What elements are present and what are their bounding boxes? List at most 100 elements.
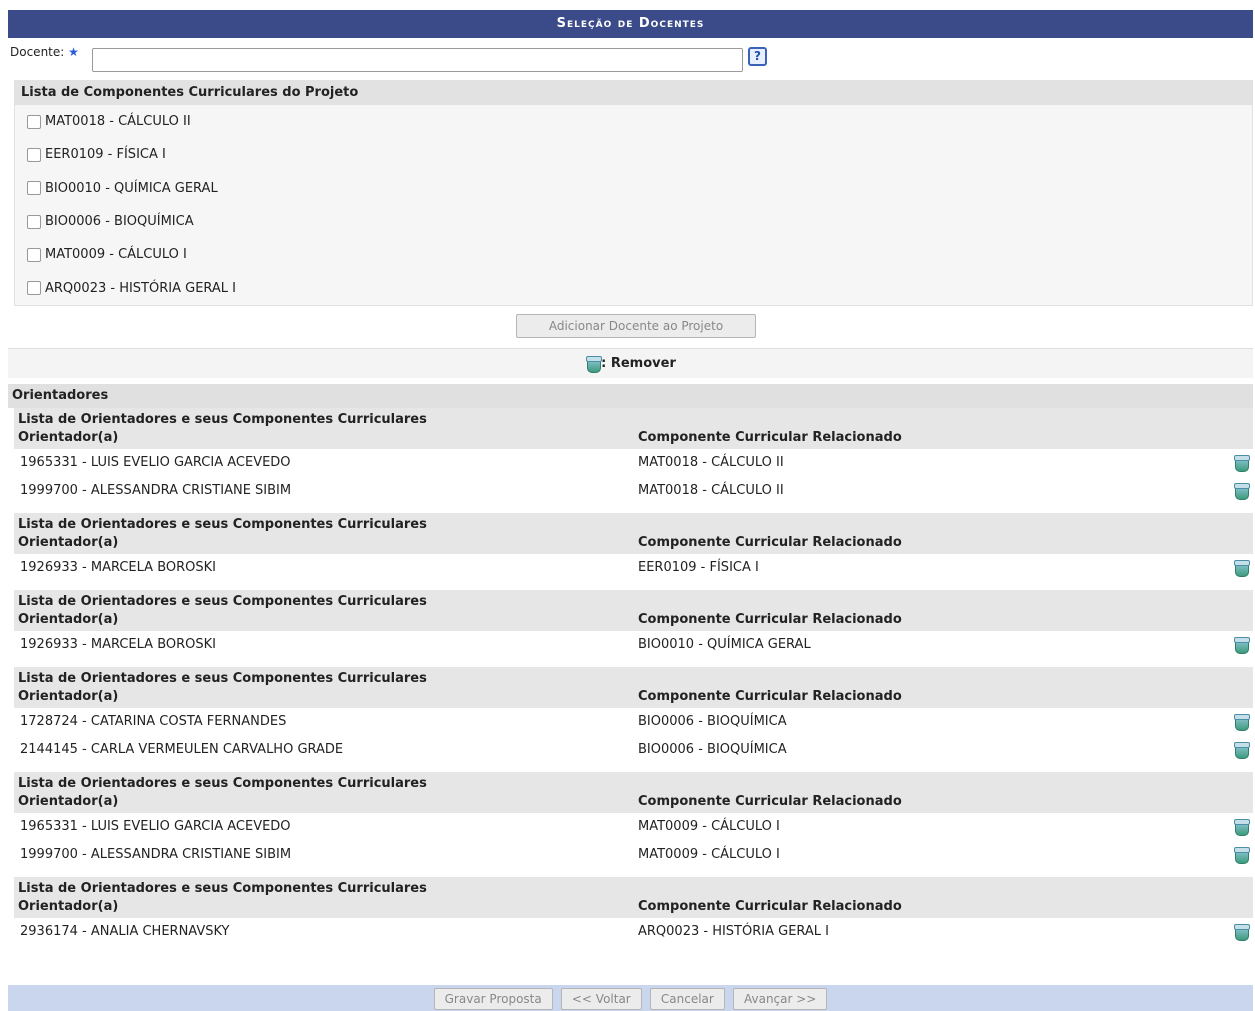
help-icon[interactable]: ? (748, 47, 767, 66)
table-row: 1926933 - MARCELA BOROSKI EER0109 - FÍSIC… (14, 553, 1253, 582)
remove-trash-icon[interactable] (1233, 713, 1250, 731)
componente-checkbox[interactable] (27, 281, 41, 296)
group-header: Lista de Orientadores e seus Componentes… (14, 666, 1253, 708)
remove-trash-icon[interactable] (1233, 923, 1250, 941)
componente-label: BIO0006 - BIOQUÍMICA (45, 214, 194, 230)
componente-label: BIO0010 - QUÍMICA GERAL (45, 180, 218, 196)
table-row: 1965331 - LUIS EVELIO GARCIA ACEVEDO MAT0… (14, 812, 1253, 841)
remove-cell (1223, 477, 1253, 505)
remove-trash-icon[interactable] (1233, 559, 1250, 577)
orientadores-title: Orientadores (8, 383, 1253, 408)
page: Seleção de Docentes Docente: ★ ? Lista d… (0, 10, 1255, 1011)
group-column-headers: Orientador(a) Componente Curricular Relac… (18, 429, 1249, 447)
group-title: Lista de Orientadores e seus Componentes… (18, 411, 427, 427)
orientadores-group: Lista de Orientadores e seus Componentes… (14, 876, 1253, 946)
componente-cell: MAT0009 - CÁLCULO I (638, 846, 780, 862)
cancelar-button[interactable]: Cancelar (649, 988, 725, 1010)
table-row: 1965331 - LUIS EVELIO GARCIA ACEVEDO MAT0… (14, 448, 1253, 477)
remove-trash-icon[interactable] (1233, 454, 1250, 472)
componente-label: MAT0009 - CÁLCULO I (45, 247, 187, 263)
column-header-orientador: Orientador(a) (18, 898, 119, 914)
componente-checkbox[interactable] (27, 147, 41, 162)
column-header-orientador: Orientador(a) (18, 793, 119, 809)
group-title: Lista de Orientadores e seus Componentes… (18, 516, 427, 532)
orientador-cell: 1926933 - MARCELA BOROSKI (20, 636, 217, 652)
remove-trash-icon[interactable] (1233, 818, 1250, 836)
add-docente-button[interactable]: Adicionar Docente ao Projeto (516, 313, 756, 338)
column-header-componente: Componente Curricular Relacionado (638, 429, 902, 445)
remove-cell (1223, 736, 1253, 764)
orientadores-group: Lista de Orientadores e seus Componentes… (14, 407, 1253, 505)
componente-cell: MAT0018 - CÁLCULO II (638, 482, 784, 498)
remove-cell (1223, 554, 1253, 582)
componente-checkbox[interactable] (27, 114, 41, 129)
remove-trash-icon[interactable] (1233, 482, 1250, 500)
orientador-cell: 2936174 - ANALIA CHERNAVSKY (20, 923, 230, 939)
componente-item[interactable]: EER0109 - FÍSICA I (15, 138, 1252, 171)
componentes-panel: Lista de Componentes Curriculares do Pro… (14, 80, 1253, 306)
componente-checkbox[interactable] (27, 247, 41, 262)
group-header: Lista de Orientadores e seus Componentes… (14, 512, 1253, 554)
componente-label: ARQ0023 - HISTÓRIA GERAL I (45, 280, 237, 296)
gravar-proposta-button[interactable]: Gravar Proposta (433, 988, 553, 1010)
remove-trash-icon[interactable] (1233, 636, 1250, 654)
remove-cell (1223, 918, 1253, 946)
group-title: Lista de Orientadores e seus Componentes… (18, 880, 427, 896)
remove-cell (1223, 841, 1253, 869)
componente-item[interactable]: BIO0006 - BIOQUÍMICA (15, 205, 1252, 238)
componente-cell: BIO0010 - QUÍMICA GERAL (638, 636, 811, 652)
orientador-cell: 1965331 - LUIS EVELIO GARCIA ACEVEDO (20, 454, 291, 470)
componentes-title: Lista de Componentes Curriculares do Pro… (15, 81, 1252, 105)
orientadores-group: Lista de Orientadores e seus Componentes… (14, 771, 1253, 869)
group-header: Lista de Orientadores e seus Componentes… (14, 876, 1253, 918)
remove-trash-icon[interactable] (1233, 741, 1250, 759)
componente-checkbox[interactable] (27, 214, 41, 229)
trash-icon (585, 355, 603, 373)
group-column-headers: Orientador(a) Componente Curricular Relac… (18, 688, 1249, 706)
componente-item[interactable]: ARQ0023 - HISTÓRIA GERAL I (15, 271, 1252, 304)
column-header-orientador: Orientador(a) (18, 534, 119, 550)
avancar-button[interactable]: Avançar >> (732, 988, 828, 1010)
orientador-cell: 1926933 - MARCELA BOROSKI (20, 559, 217, 575)
componente-cell: MAT0018 - CÁLCULO II (638, 454, 784, 470)
componente-checkbox[interactable] (27, 181, 41, 196)
table-row: 2144145 - CARLA VERMEULEN CARVALHO GRADE… (14, 735, 1253, 764)
group-header: Lista de Orientadores e seus Componentes… (14, 771, 1253, 813)
group-column-headers: Orientador(a) Componente Curricular Relac… (18, 898, 1249, 916)
componente-item[interactable]: MAT0018 - CÁLCULO II (15, 105, 1252, 138)
orientador-cell: 1965331 - LUIS EVELIO GARCIA ACEVEDO (20, 818, 291, 834)
section-caption: Seleção de Docentes (8, 10, 1253, 38)
voltar-button[interactable]: << Voltar (560, 988, 642, 1010)
componente-item[interactable]: MAT0009 - CÁLCULO I (15, 238, 1252, 271)
componente-cell: MAT0009 - CÁLCULO I (638, 818, 780, 834)
column-header-componente: Componente Curricular Relacionado (638, 611, 902, 627)
group-column-headers: Orientador(a) Componente Curricular Relac… (18, 611, 1249, 629)
required-star-icon: ★ (68, 45, 79, 59)
orientador-cell: 2144145 - CARLA VERMEULEN CARVALHO GRADE (20, 741, 344, 757)
remove-cell (1223, 631, 1253, 659)
column-header-componente: Componente Curricular Relacionado (638, 793, 902, 809)
column-header-orientador: Orientador(a) (18, 429, 119, 445)
column-header-componente: Componente Curricular Relacionado (638, 688, 902, 704)
group-column-headers: Orientador(a) Componente Curricular Relac… (18, 534, 1249, 552)
column-header-orientador: Orientador(a) (18, 611, 119, 627)
legend-remove-label: : Remover (601, 355, 676, 371)
table-row: 1728724 - CATARINA COSTA FERNANDES BIO000… (14, 707, 1253, 736)
remove-trash-icon[interactable] (1233, 846, 1250, 864)
group-title: Lista de Orientadores e seus Componentes… (18, 775, 427, 791)
table-row: 1999700 - ALESSANDRA CRISTIANE SIBIM MAT0… (14, 476, 1253, 505)
componente-item[interactable]: BIO0010 - QUÍMICA GERAL (15, 172, 1252, 205)
table-row: 1999700 - ALESSANDRA CRISTIANE SIBIM MAT0… (14, 840, 1253, 869)
group-title: Lista de Orientadores e seus Componentes… (18, 670, 427, 686)
group-title: Lista de Orientadores e seus Componentes… (18, 593, 427, 609)
column-header-componente: Componente Curricular Relacionado (638, 898, 902, 914)
table-row: 2936174 - ANALIA CHERNAVSKY ARQ0023 - HIS… (14, 917, 1253, 946)
componente-cell: ARQ0023 - HISTÓRIA GERAL I (638, 923, 830, 939)
docente-input[interactable] (92, 48, 743, 72)
docente-label: Docente: ★ (10, 45, 79, 59)
orientadores-group: Lista de Orientadores e seus Componentes… (14, 589, 1253, 659)
docente-row: Docente: ★ ? (0, 38, 1255, 74)
column-header-componente: Componente Curricular Relacionado (638, 534, 902, 550)
group-column-headers: Orientador(a) Componente Curricular Relac… (18, 793, 1249, 811)
add-row: Adicionar Docente ao Projeto (0, 306, 1255, 346)
